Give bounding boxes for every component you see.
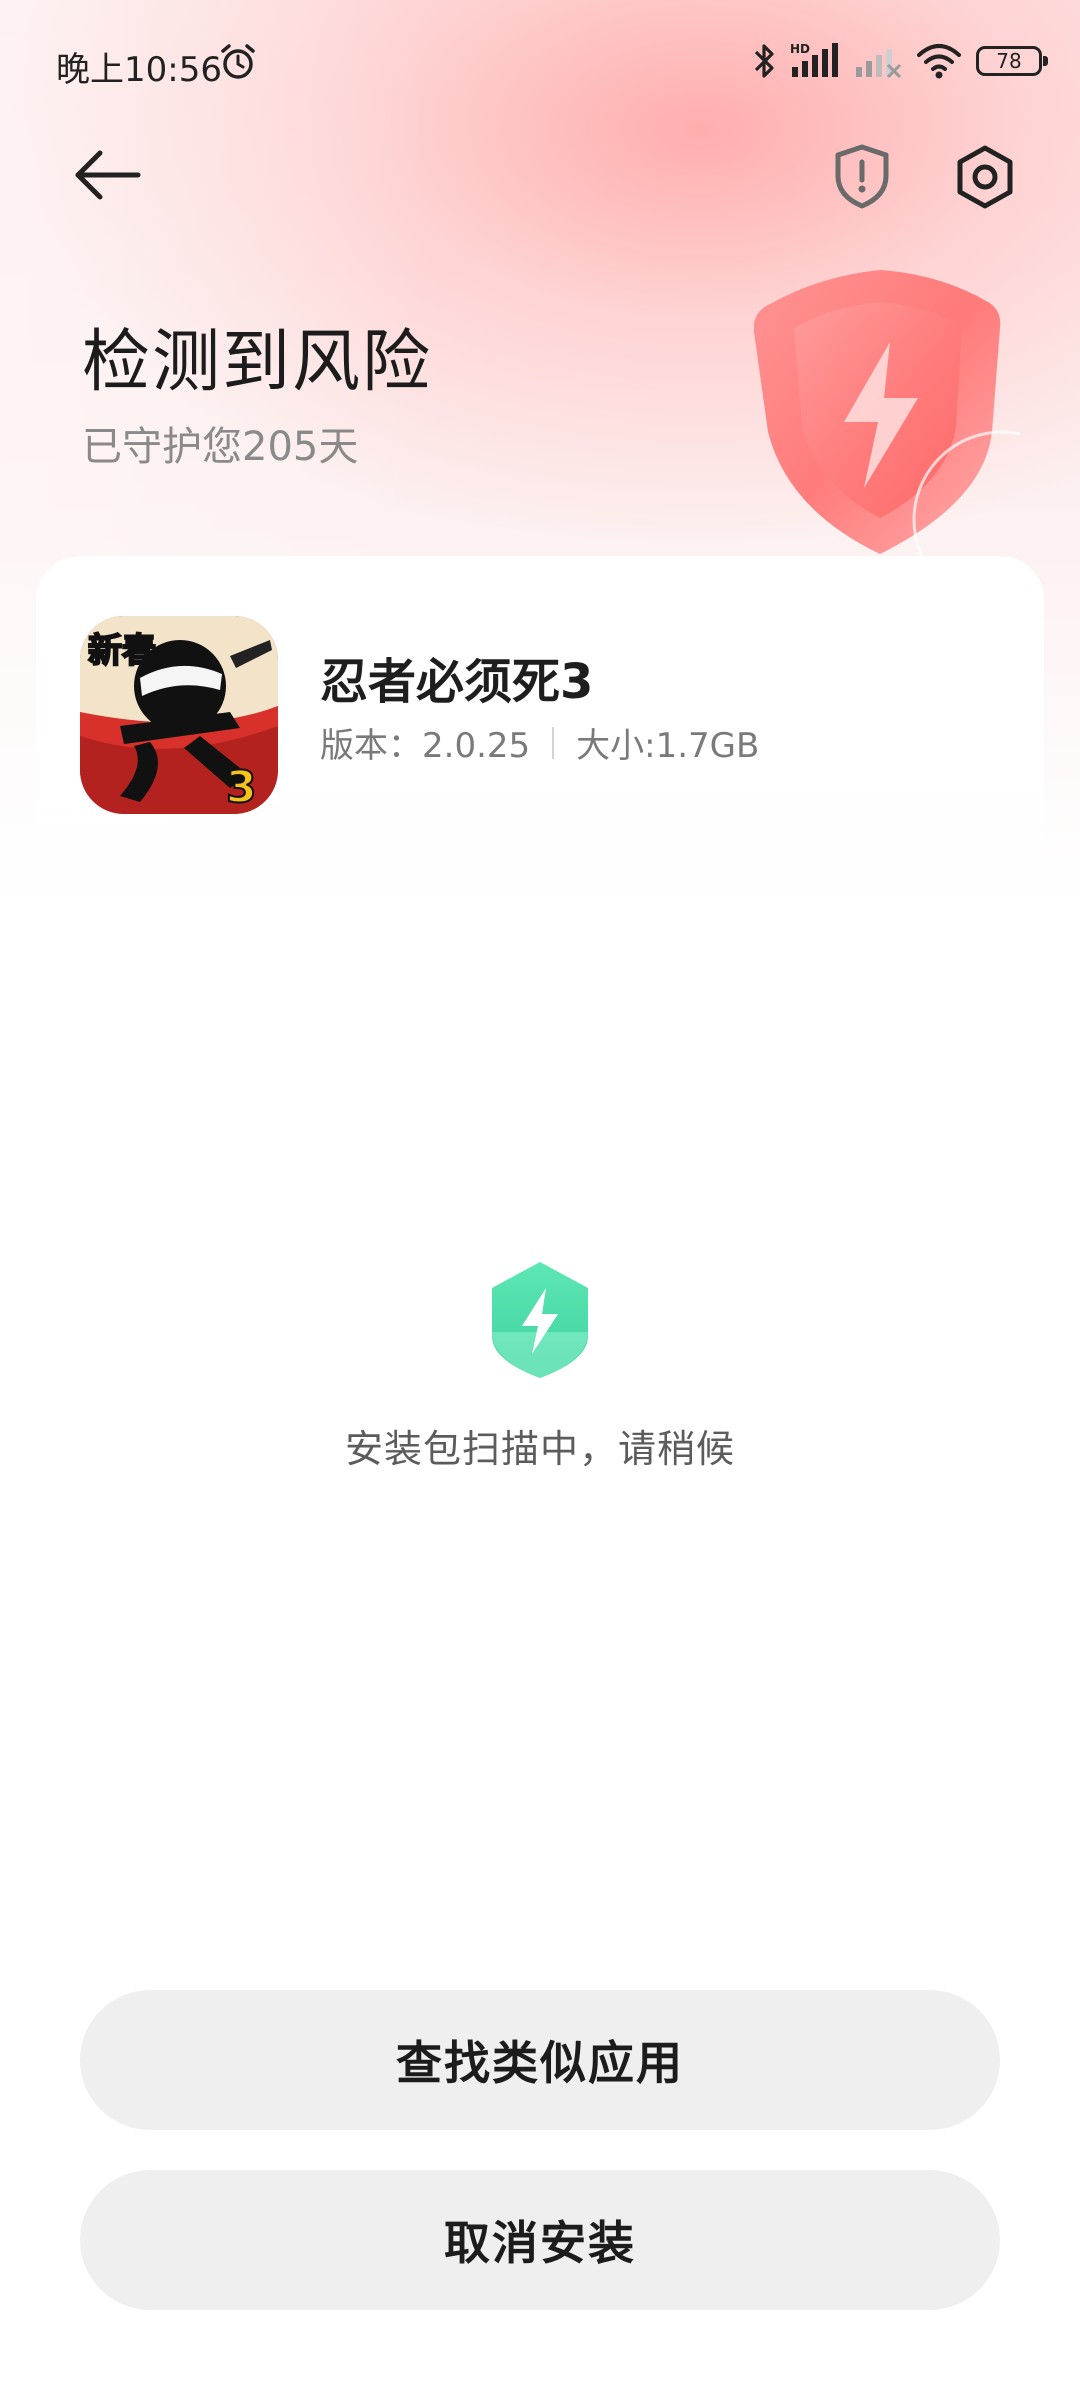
cancel-install-button[interactable]: 取消安装 <box>80 2170 1000 2310</box>
icon-badge-top: 新春 <box>88 631 156 671</box>
shield-alert-icon <box>835 144 889 209</box>
bluetooth-icon <box>754 44 774 78</box>
hexagon-settings-icon <box>957 145 1013 209</box>
settings-button[interactable] <box>952 142 1018 212</box>
app-name: 忍者必须死3 <box>320 654 594 710</box>
app-version: 版本：2.0.25 <box>320 726 531 766</box>
signal-hd-icon: HD <box>790 42 838 77</box>
status-time: 晚上10:56 <box>56 50 222 90</box>
app-size: 大小:1.7GB <box>576 726 760 766</box>
page-title: 检测到风险 <box>82 323 433 402</box>
arrow-left-icon <box>75 150 141 200</box>
battery-icon: 78 <box>976 46 1048 76</box>
find-similar-apps-button[interactable]: 查找类似应用 <box>80 1990 1000 2130</box>
app-meta: 版本：2.0.25 大小:1.7GB <box>320 718 759 767</box>
status-icons: HD 78 <box>752 36 1048 86</box>
shield-alert-button[interactable] <box>830 142 894 212</box>
svg-text:HD: HD <box>790 42 810 56</box>
battery-level: 78 <box>996 49 1022 73</box>
scan-shield-icon <box>492 1262 588 1378</box>
ninja-game-icon: 新春 3 <box>80 616 278 814</box>
alarm-icon <box>221 44 255 79</box>
status-bar: 晚上10:56 HD 78 <box>0 0 1080 120</box>
app-icon: 新春 3 <box>80 616 278 814</box>
protection-days: 已守护您205天 <box>82 424 359 470</box>
wifi-icon <box>917 44 961 79</box>
meta-divider <box>552 726 555 759</box>
risk-shield-icon <box>753 270 1020 562</box>
scan-status-text: 安装包扫描中，请稍候 <box>344 1427 735 1471</box>
icon-badge-number: 3 <box>226 762 257 813</box>
signal-weak-icon <box>856 49 902 79</box>
back-button[interactable] <box>70 140 150 210</box>
